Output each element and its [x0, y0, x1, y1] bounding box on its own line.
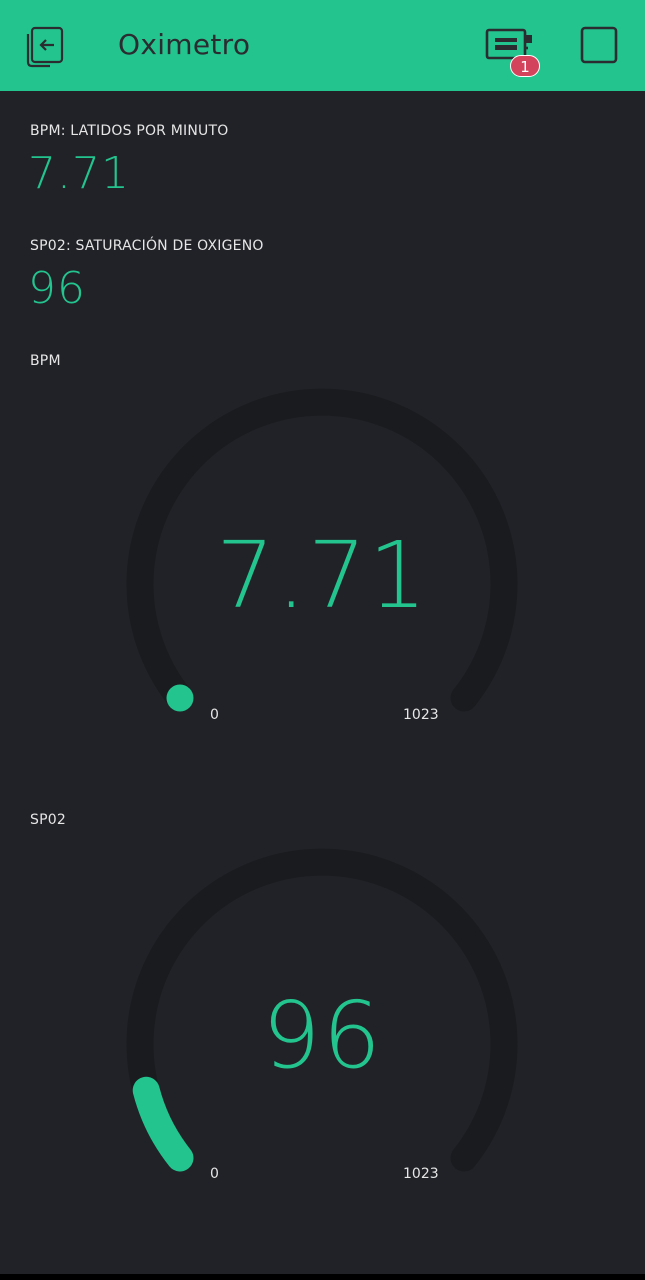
bpm-gauge-label: BPM — [30, 353, 61, 369]
gauge-fill — [132, 1076, 194, 1172]
bpm-display-value: 7.71 — [28, 148, 130, 199]
app-title: Oximetro — [118, 28, 251, 61]
bpm-display-label: BPM: LATIDOS POR MINUTO — [30, 123, 229, 139]
notification-badge: 1 — [510, 55, 540, 77]
bpm-gauge-min: 0 — [210, 707, 219, 723]
spo2-gauge: 96 0 1023 — [0, 840, 645, 1240]
spo2-gauge-value: 96 — [261, 982, 384, 1089]
app-bar: Oximetro 1 — [0, 0, 645, 91]
spo2-gauge-min: 0 — [210, 1166, 219, 1182]
spo2-display-value: 96 — [28, 263, 86, 314]
spo2-gauge-label: SP02 — [30, 812, 66, 828]
bpm-gauge-max: 1023 — [403, 707, 439, 723]
spo2-display-label: SP02: SATURACIÓN DE OXIGENO — [30, 238, 264, 254]
stop-square-icon[interactable] — [580, 26, 618, 64]
spo2-gauge-max: 1023 — [403, 1166, 439, 1182]
navigation-bar — [0, 1274, 645, 1280]
exit-icon[interactable] — [22, 22, 70, 70]
bpm-gauge: 7.71 0 1023 — [0, 380, 645, 780]
bpm-gauge-value: 7.71 — [216, 522, 429, 629]
